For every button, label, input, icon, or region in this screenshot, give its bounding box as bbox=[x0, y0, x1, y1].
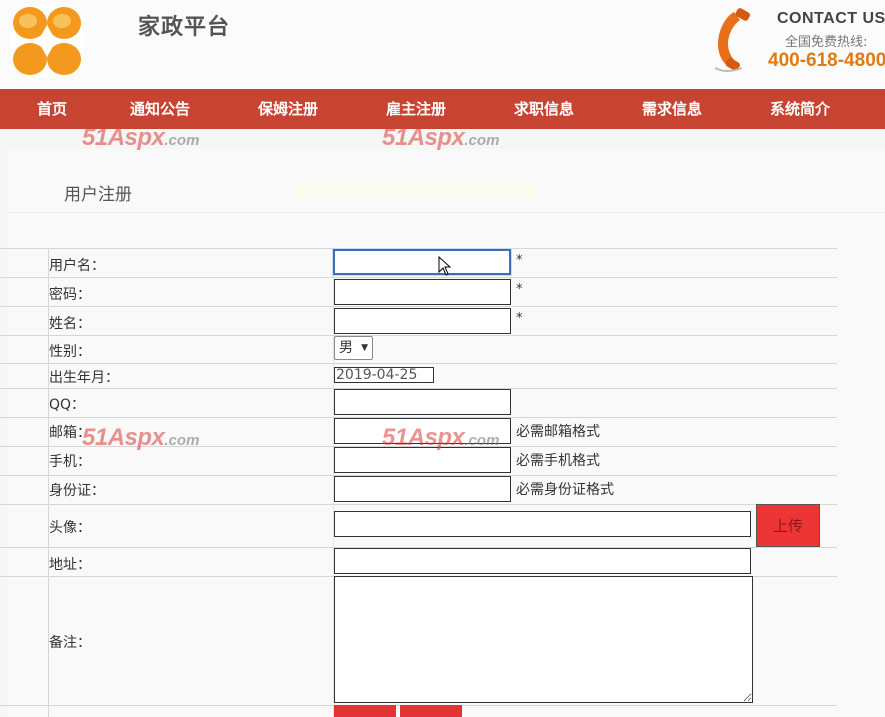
idcard-format-hint: 必需身份证格式 bbox=[516, 482, 614, 498]
contact-title: CONTACT US bbox=[777, 10, 885, 27]
address-label: 地址： bbox=[49, 557, 91, 573]
nav-item-nanny-register[interactable]: 保姆注册 bbox=[258, 89, 318, 129]
memo-label: 备注： bbox=[49, 635, 91, 651]
reset-button[interactable] bbox=[400, 705, 462, 717]
username-input[interactable] bbox=[333, 249, 511, 275]
realname-required-mark: * bbox=[516, 311, 523, 326]
username-label: 用户名： bbox=[49, 258, 105, 274]
nav-item-job-info[interactable]: 求职信息 bbox=[514, 89, 574, 129]
nav-item-demand-info[interactable]: 需求信息 bbox=[642, 89, 702, 129]
password-label: 密码： bbox=[49, 287, 91, 303]
gender-label: 性别： bbox=[49, 344, 91, 360]
submit-button[interactable] bbox=[334, 705, 396, 717]
mobile-format-hint: 必需手机格式 bbox=[516, 453, 600, 469]
title-highlight bbox=[296, 184, 536, 198]
mouse-cursor-icon bbox=[438, 256, 452, 276]
birth-label: 出生年月： bbox=[49, 370, 119, 386]
email-label: 邮箱： bbox=[49, 425, 91, 441]
title-divider bbox=[8, 212, 885, 213]
email-input[interactable] bbox=[334, 418, 511, 444]
memo-textarea[interactable] bbox=[334, 576, 753, 703]
page-title: 用户注册 bbox=[64, 185, 132, 205]
site-header: 家政平台 CONTACT US 全国免费热线: 400-618-4800 bbox=[0, 0, 885, 89]
nav-item-notices[interactable]: 通知公告 bbox=[130, 89, 190, 129]
qq-input[interactable] bbox=[334, 389, 511, 415]
flower-logo-icon[interactable] bbox=[8, 3, 86, 79]
site-title: 家政平台 bbox=[138, 15, 231, 40]
form-row-gender bbox=[0, 335, 837, 363]
realname-label: 姓名： bbox=[49, 316, 91, 332]
birth-date-field[interactable]: 2019-04-25 bbox=[334, 367, 434, 383]
username-required-mark: * bbox=[516, 253, 523, 268]
mobile-input[interactable] bbox=[334, 447, 511, 473]
telephone-icon bbox=[714, 8, 750, 72]
nav-item-employer-register[interactable]: 雇主注册 bbox=[386, 89, 446, 129]
gender-select[interactable]: 男 ▼ bbox=[334, 336, 373, 360]
mobile-label: 手机： bbox=[49, 454, 91, 470]
realname-input[interactable] bbox=[334, 308, 511, 334]
nav-item-system-intro[interactable]: 系统简介 bbox=[770, 89, 830, 129]
qq-label: QQ： bbox=[49, 397, 86, 413]
address-input[interactable] bbox=[334, 548, 751, 574]
avatar-label: 头像： bbox=[49, 520, 91, 536]
main-nav: 首页 通知公告 保姆注册 雇主注册 求职信息 需求信息 系统简介 bbox=[0, 89, 885, 129]
idcard-input[interactable] bbox=[334, 476, 511, 502]
hotline-number: 400-618-4800 bbox=[768, 50, 885, 71]
hotline-label: 全国免费热线: bbox=[785, 35, 868, 50]
dropdown-arrow-icon: ▼ bbox=[361, 343, 368, 353]
idcard-label: 身份证： bbox=[49, 483, 105, 499]
password-input[interactable] bbox=[334, 279, 511, 305]
gender-selected-value: 男 bbox=[339, 340, 353, 356]
nav-item-home[interactable]: 首页 bbox=[37, 89, 67, 129]
email-format-hint: 必需邮箱格式 bbox=[516, 424, 600, 440]
avatar-path-input[interactable] bbox=[334, 511, 751, 537]
password-required-mark: * bbox=[516, 282, 523, 297]
upload-button[interactable]: 上传 bbox=[756, 504, 820, 547]
